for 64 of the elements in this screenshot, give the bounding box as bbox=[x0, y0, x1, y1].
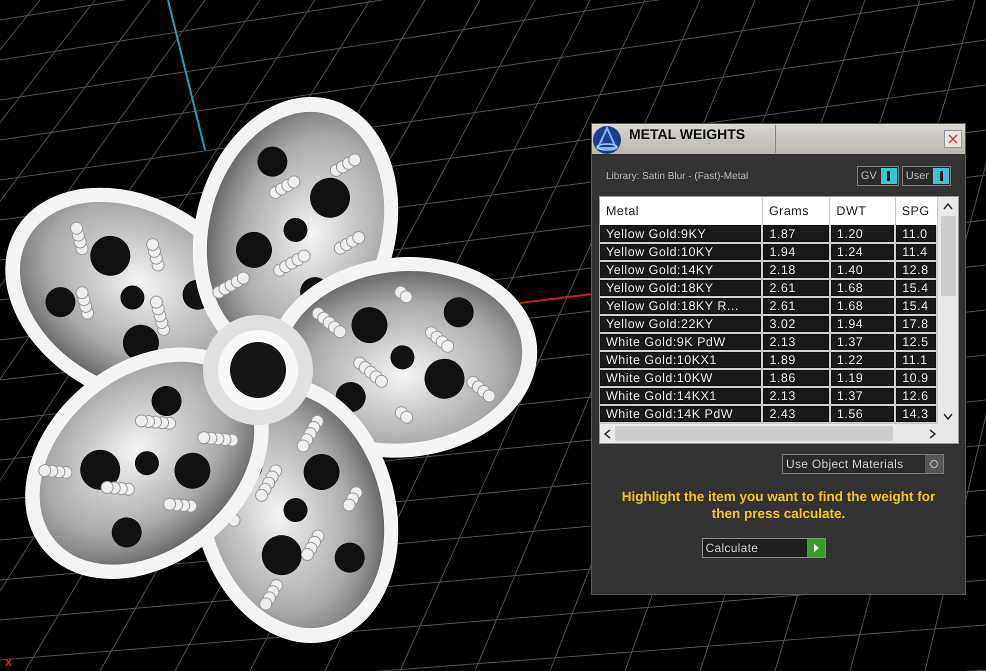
table-cell: Yellow Gold:18KY R... bbox=[600, 297, 762, 315]
instruction-text: Highlight the item you want to find the weight for then press calculate. bbox=[620, 488, 936, 522]
table-cell: 1.87 bbox=[762, 225, 830, 243]
use-object-materials-toggle[interactable]: Use Object Materials bbox=[782, 454, 944, 474]
table-cell: 2.13 bbox=[762, 387, 830, 405]
table-cell: Yellow Gold:10KY bbox=[600, 243, 762, 261]
table-cell: 11.4 bbox=[895, 243, 938, 261]
table-cell: 15.4 bbox=[895, 279, 938, 297]
table-cell: White Gold:10KX1 bbox=[600, 351, 762, 369]
table-cell: Yellow Gold:22KY bbox=[600, 315, 762, 333]
table-cell: 2.61 bbox=[762, 279, 830, 297]
close-icon bbox=[948, 134, 958, 144]
table-cell: White Gold:9K PdW bbox=[600, 333, 762, 351]
table-cell: 1.37 bbox=[830, 333, 896, 351]
table-cell: 12.8 bbox=[895, 261, 938, 279]
table-cell: 1.37 bbox=[830, 387, 896, 405]
table-cell: 11.0 bbox=[895, 225, 938, 243]
table-cell: 1.68 bbox=[830, 279, 896, 297]
play-icon bbox=[806, 539, 824, 557]
table-cell: 1.86 bbox=[762, 369, 830, 387]
table-cell: 10.9 bbox=[895, 369, 938, 387]
table-cell: White Gold:14K PdW bbox=[600, 405, 762, 423]
table-cell: 12.6 bbox=[895, 387, 938, 405]
table-cell: 1.94 bbox=[762, 243, 830, 261]
table-cell: 1.89 bbox=[762, 351, 830, 369]
table-cell: 1.56 bbox=[830, 405, 896, 423]
scroll-thumb[interactable] bbox=[940, 216, 956, 296]
calculate-button[interactable]: Calculate bbox=[702, 538, 826, 558]
table-cell: Yellow Gold:18KY bbox=[600, 279, 762, 297]
table-cell: 2.18 bbox=[762, 261, 830, 279]
horizontal-scrollbar[interactable] bbox=[600, 424, 958, 443]
panel-title: METAL WEIGHTS bbox=[629, 125, 746, 144]
column-header[interactable]: Metal bbox=[600, 197, 762, 225]
table-cell: 1.94 bbox=[830, 315, 896, 333]
scroll-thumb[interactable] bbox=[615, 426, 893, 441]
table-cell: Yellow Gold:9KY bbox=[600, 225, 762, 243]
table-cell: 1.68 bbox=[830, 297, 896, 315]
library-label: Library: Satin Blur - (Fast)-Metal bbox=[606, 170, 748, 184]
axis-label: x bbox=[5, 653, 12, 671]
column-header[interactable]: SPG bbox=[895, 197, 938, 225]
table-cell: 12.5 bbox=[895, 333, 938, 351]
table-cell: 1.24 bbox=[830, 243, 896, 261]
table-cell: 11.1 bbox=[895, 351, 938, 369]
close-button[interactable] bbox=[944, 130, 962, 148]
table-cell: 2.43 bbox=[762, 405, 830, 423]
cone-logo-icon bbox=[592, 124, 624, 154]
table-cell: 1.40 bbox=[830, 261, 896, 279]
table-cell: 2.61 bbox=[762, 297, 830, 315]
table-cell: 3.02 bbox=[762, 315, 830, 333]
vertical-scrollbar[interactable] bbox=[938, 197, 958, 424]
table-cell: White Gold:14KX1 bbox=[600, 387, 762, 405]
toggle-switch[interactable]: User bbox=[902, 166, 951, 186]
toggle-switch[interactable]: GV bbox=[856, 166, 899, 186]
table-cell: Yellow Gold:14KY bbox=[600, 261, 762, 279]
table-cell: 1.22 bbox=[830, 351, 896, 369]
table-cell: White Gold:10KW bbox=[600, 369, 762, 387]
table-cell: 15.4 bbox=[895, 297, 938, 315]
table-cell: 1.20 bbox=[830, 225, 896, 243]
table-cell: 2.13 bbox=[762, 333, 830, 351]
table-cell: 14.3 bbox=[895, 405, 938, 423]
table-cell: 17.8 bbox=[895, 315, 938, 333]
column-header[interactable]: DWT bbox=[830, 197, 896, 225]
column-header[interactable]: Grams bbox=[762, 197, 830, 225]
table-cell: 1.19 bbox=[830, 369, 896, 387]
